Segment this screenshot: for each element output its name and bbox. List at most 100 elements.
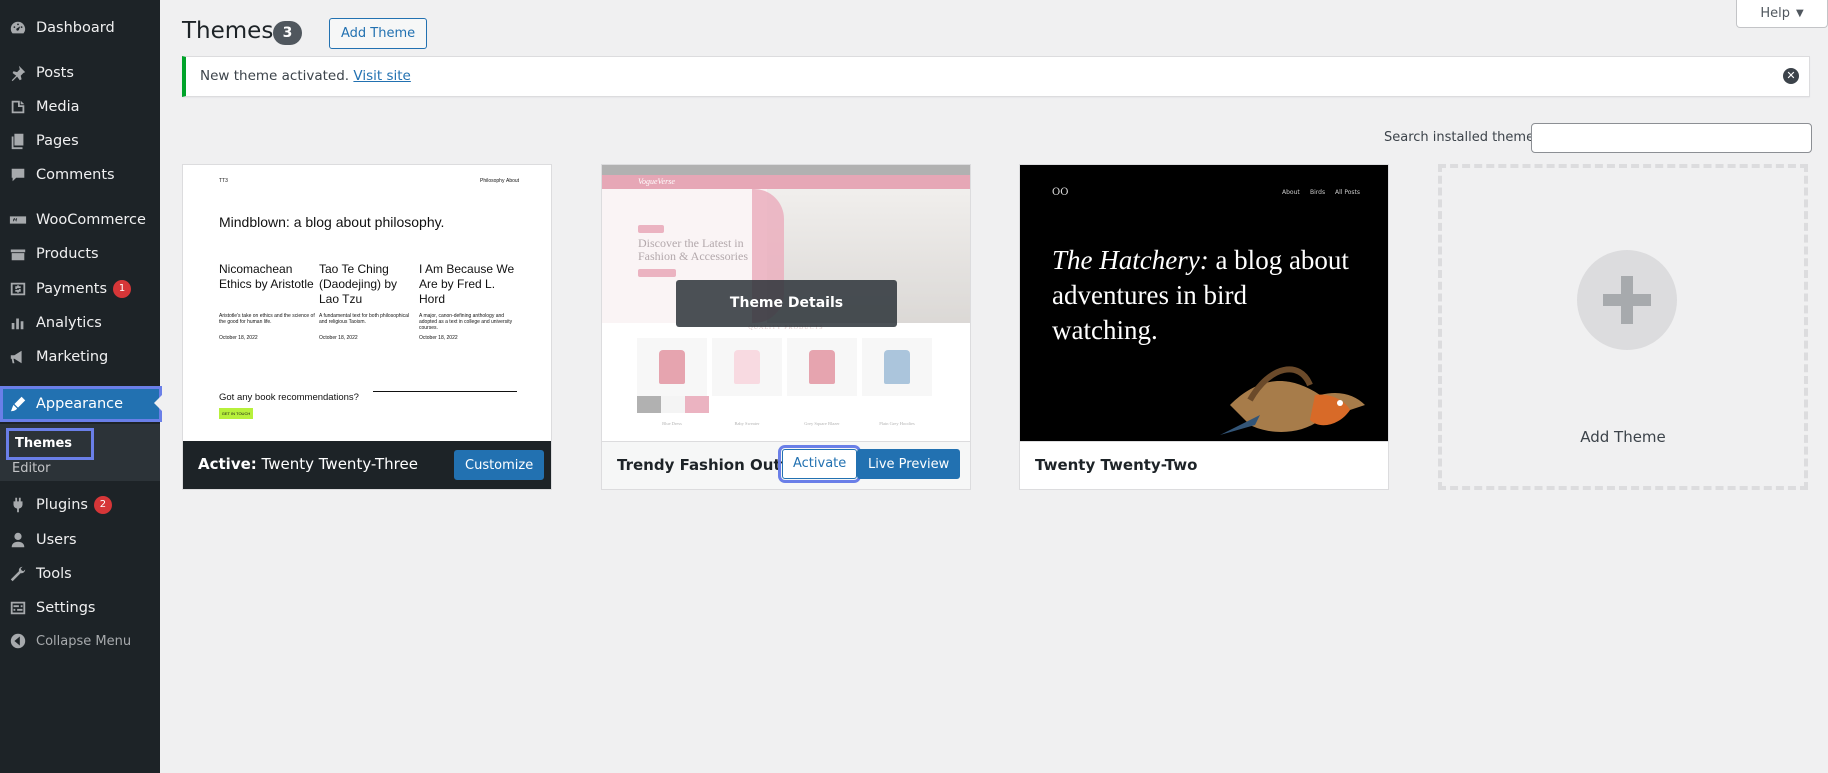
dashboard-icon <box>0 11 36 45</box>
menu-label: Analytics <box>36 315 102 331</box>
add-theme-label: Add Theme <box>1580 428 1666 446</box>
theme-details-button[interactable]: Theme Details <box>676 280 897 327</box>
menu-appearance[interactable]: Appearance <box>0 386 162 422</box>
preview-post-date: October 18, 2022 <box>419 335 458 341</box>
menu-label: Appearance <box>36 396 124 412</box>
pin-icon <box>0 56 36 90</box>
search-input[interactable] <box>1531 123 1812 153</box>
menu-marketing[interactable]: Marketing <box>0 340 160 374</box>
theme-footer: Twenty Twenty-Two <box>1020 441 1388 489</box>
submenu-themes[interactable]: Themes <box>6 428 94 460</box>
preview-post-title: Tao Te Ching (Daodejing) by Lao Tzu <box>319 262 398 306</box>
marketing-icon <box>0 340 36 374</box>
theme-footer: Trendy Fashion Outfits Activate Live Pre… <box>602 441 970 489</box>
analytics-icon <box>0 306 36 340</box>
menu-label: Pages <box>36 133 79 149</box>
preview-post-title: Nicomachean Ethics by Aristotle <box>219 262 314 291</box>
menu-label: Marketing <box>36 349 109 365</box>
search-label: Search installed themes <box>1384 130 1541 145</box>
theme-screenshot[interactable]: VogueVerse Discover the Latest in Fashio… <box>602 165 970 441</box>
notice-message: New theme activated. Visit site <box>200 68 411 84</box>
preview-nav-item: About <box>506 178 520 184</box>
menu-media[interactable]: Media <box>0 90 160 124</box>
menu-tools[interactable]: Tools <box>0 557 160 591</box>
theme-name: Twenty Twenty-Two <box>1035 456 1198 474</box>
preview-nav-item: About <box>1282 189 1300 196</box>
pages-icon <box>0 124 36 158</box>
preview-headline: The Hatchery: a blog about adventures in… <box>1052 243 1352 348</box>
submenu-editor[interactable]: Editor <box>12 461 50 476</box>
theme-card-twenty-twenty-two[interactable]: OO About Birds All Posts The Hatchery: a… <box>1019 164 1389 490</box>
menu-dashboard[interactable]: Dashboard <box>0 11 160 45</box>
menu-label: Dashboard <box>36 20 115 36</box>
menu-label: Products <box>36 246 99 262</box>
active-label: Active: <box>198 455 257 473</box>
menu-settings[interactable]: Settings <box>0 591 160 625</box>
menu-label: Tools <box>36 566 72 582</box>
preview-headline-italic: The Hatchery: <box>1052 245 1209 275</box>
payments-count-badge: 1 <box>113 280 132 298</box>
preview-post-date: October 18, 2022 <box>319 335 358 341</box>
settings-icon <box>0 591 36 625</box>
preview-post-date: October 18, 2022 <box>219 335 258 341</box>
appearance-icon <box>0 387 36 421</box>
collapse-icon <box>0 624 36 658</box>
page-title: Themes <box>182 18 274 44</box>
users-icon <box>0 523 36 557</box>
help-tab-button[interactable]: Help ▼ <box>1736 0 1828 28</box>
theme-card-trendy-fashion-outfits[interactable]: VogueVerse Discover the Latest in Fashio… <box>601 164 971 490</box>
theme-screenshot[interactable]: TT3 Philosophy About Mindblown: a blog a… <box>183 165 551 441</box>
menu-payments[interactable]: Payments 1 <box>0 272 160 306</box>
customize-button[interactable]: Customize <box>454 450 545 480</box>
menu-label: Collapse Menu <box>36 633 132 649</box>
menu-label: Settings <box>36 600 96 616</box>
preview-nav-item: Philosophy <box>480 178 505 184</box>
menu-label: Payments <box>36 281 108 297</box>
add-new-theme-card[interactable]: Add Theme <box>1438 164 1808 490</box>
media-icon <box>0 90 36 124</box>
menu-label: Media <box>36 99 80 115</box>
menu-woocommerce[interactable]: WooCommerce <box>0 203 160 237</box>
preview-cta: GET IN TOUCH <box>219 408 253 419</box>
admin-sidebar: Dashboard Posts Media Pages Comments Woo… <box>0 0 162 773</box>
menu-label: Comments <box>36 167 115 183</box>
preview-question: Got any book recommendations? <box>219 392 359 403</box>
preview-logo: OO <box>1052 187 1069 198</box>
appearance-submenu: Themes Editor <box>0 424 160 481</box>
dismiss-notice-icon[interactable]: ✕ <box>1783 68 1799 84</box>
menu-products[interactable]: Products <box>0 237 160 271</box>
theme-card-twenty-twenty-three[interactable]: TT3 Philosophy About Mindblown: a blog a… <box>182 164 552 490</box>
tools-icon <box>0 557 36 591</box>
plugins-icon <box>0 488 36 522</box>
caret-down-icon: ▼ <box>1795 8 1804 19</box>
visit-site-link[interactable]: Visit site <box>353 68 410 84</box>
preview-nav-item: Birds <box>1310 189 1326 196</box>
preview-nav-item: All Posts <box>1335 189 1361 196</box>
menu-analytics[interactable]: Analytics <box>0 306 160 340</box>
preview-post-desc: A major, canon-defining anthology and ad… <box>419 313 513 331</box>
woocommerce-icon <box>0 203 36 237</box>
collapse-menu-button[interactable]: Collapse Menu <box>0 624 160 658</box>
plus-icon <box>1577 250 1677 350</box>
theme-name: Trendy Fashion Outfits <box>617 456 808 474</box>
bird-illustration <box>1220 366 1365 435</box>
theme-footer: Active: Twenty Twenty-Three Customize <box>183 441 551 489</box>
preview-post-title: I Am Because We Are by Fred L. Hord <box>419 262 515 306</box>
theme-screenshot[interactable]: OO About Birds All Posts The Hatchery: a… <box>1020 165 1388 441</box>
menu-label: WooCommerce <box>36 212 146 228</box>
live-preview-button[interactable]: Live Preview <box>857 449 961 479</box>
menu-posts[interactable]: Posts <box>0 56 160 90</box>
plugins-count-badge: 2 <box>93 496 112 514</box>
activate-button[interactable]: Activate <box>777 445 862 483</box>
theme-name: Active: Twenty Twenty-Three <box>198 455 418 473</box>
menu-label: Plugins <box>36 497 88 513</box>
menu-pages[interactable]: Pages <box>0 124 160 158</box>
add-theme-button[interactable]: Add Theme <box>329 18 428 49</box>
menu-label: Posts <box>36 65 74 81</box>
menu-users[interactable]: Users <box>0 523 160 557</box>
preview-headline: Mindblown: a blog about philosophy. <box>219 214 445 230</box>
menu-plugins[interactable]: Plugins 2 <box>0 488 160 522</box>
comments-icon <box>0 158 36 192</box>
menu-comments[interactable]: Comments <box>0 158 160 192</box>
preview-divider <box>373 391 517 392</box>
